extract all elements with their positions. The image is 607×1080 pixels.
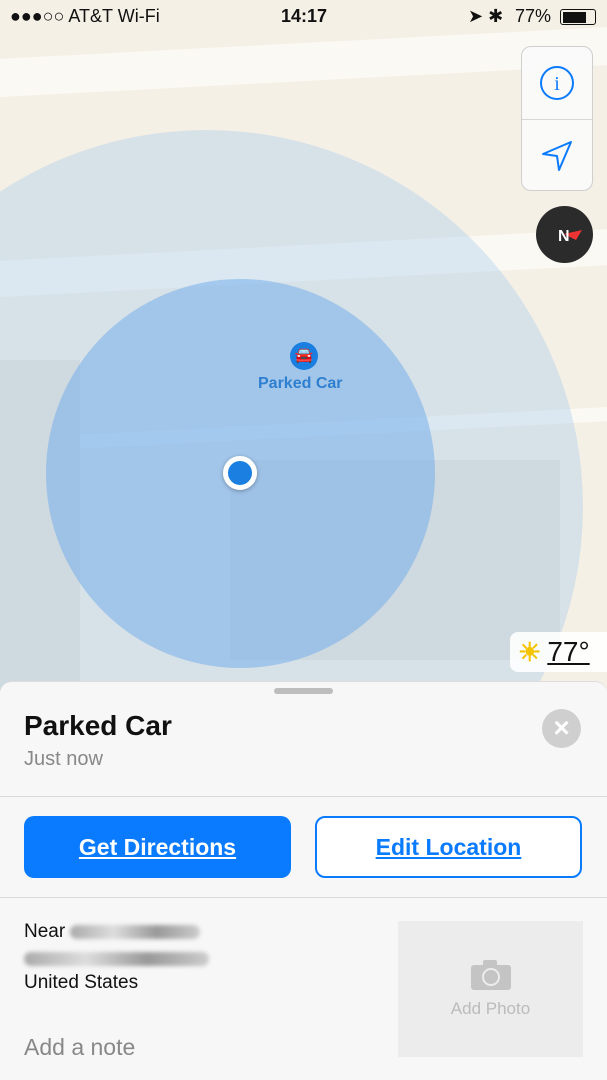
- info-button[interactable]: i: [522, 47, 592, 119]
- edit-location-button[interactable]: Edit Location: [315, 816, 582, 878]
- battery-icon: [560, 9, 596, 25]
- country: United States: [24, 972, 139, 993]
- drag-handle[interactable]: [274, 688, 333, 694]
- svg-text:N: N: [558, 228, 570, 245]
- add-photo-button[interactable]: Add Photo: [398, 921, 583, 1057]
- map-controls: i: [521, 46, 593, 191]
- info-icon: i: [540, 66, 574, 100]
- add-note-field[interactable]: Add a note: [24, 1034, 135, 1061]
- carrier: ●●●○○ AT&T Wi-Fi: [10, 6, 160, 26]
- road: [0, 23, 607, 98]
- temperature: 77°: [547, 636, 590, 667]
- track-location-button[interactable]: [522, 119, 592, 191]
- parked-car-pin-label[interactable]: Parked Car: [258, 375, 343, 393]
- svg-text:i: i: [554, 73, 560, 95]
- redacted-text: [24, 951, 209, 966]
- camera-icon: [470, 960, 511, 990]
- compass-icon: N: [558, 228, 582, 245]
- location-bluetooth-icon: ➤ ✱: [468, 6, 504, 26]
- add-photo-label: Add Photo: [450, 999, 531, 1018]
- status-bar: ●●●○○ AT&T Wi-Fi 14:17 ➤ ✱ 77%: [0, 0, 607, 34]
- car-icon[interactable]: 🚘: [290, 342, 318, 370]
- battery-percent: 77%: [515, 6, 552, 26]
- card-title: Parked Car: [24, 710, 172, 741]
- sun-icon: ☀: [518, 636, 542, 667]
- parked-car-card: Parked Car Just now × Get Directions Edi…: [0, 681, 607, 1080]
- location-arrow-icon: [542, 140, 572, 171]
- get-directions-button[interactable]: Get Directions: [24, 816, 291, 878]
- near-label: Near: [24, 921, 66, 942]
- compass-button[interactable]: N: [536, 206, 593, 263]
- close-icon: ×: [553, 712, 570, 743]
- divider: [0, 796, 607, 797]
- card-subtitle: Just now: [24, 748, 103, 770]
- divider: [0, 897, 607, 898]
- map[interactable]: 🚘 Parked Car: [0, 0, 607, 700]
- close-button[interactable]: ×: [542, 709, 581, 748]
- redacted-text: [70, 924, 201, 939]
- user-location-icon: [223, 456, 257, 490]
- time: 14:17: [281, 6, 328, 26]
- weather-badge[interactable]: ☀ 77°: [510, 632, 607, 672]
